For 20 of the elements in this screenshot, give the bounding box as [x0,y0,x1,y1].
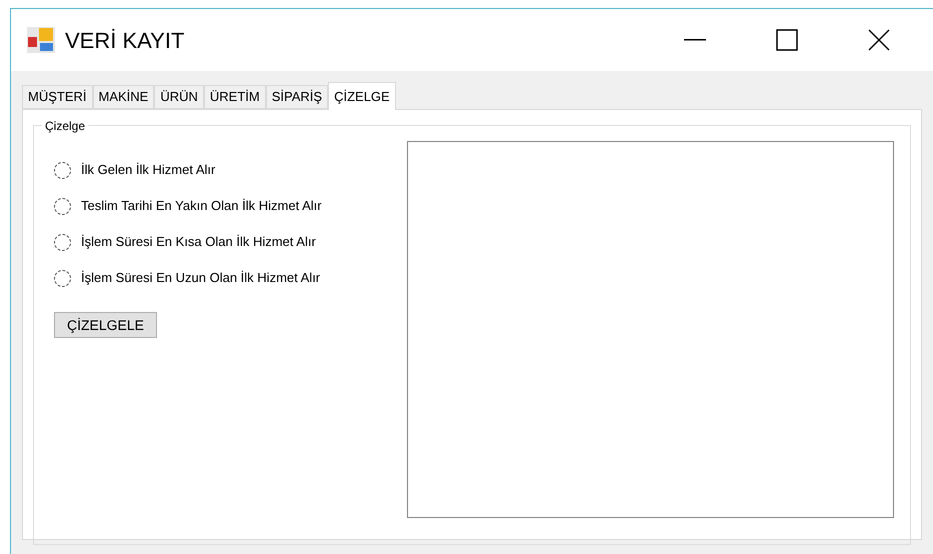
radio-option[interactable]: Teslim Tarihi En Yakın Olan İlk Hizmet Alır [54,188,407,224]
radio-option[interactable]: İşlem Süresi En Uzun Olan İlk Hizmet Alır [54,260,407,296]
tab[interactable]: ÜRETİM [204,85,266,109]
radio-option[interactable]: İşlem Süresi En Kısa Olan İlk Hizmet Alır [54,224,407,260]
maximize-icon [776,29,798,51]
radio-button[interactable] [54,270,71,286]
app-icon [27,27,55,53]
radio-button[interactable] [54,162,71,178]
radio-option[interactable]: İlk Gelen İlk Hizmet Alır [54,152,407,188]
tab[interactable]: SİPARİŞ [266,85,328,109]
radio-button[interactable] [54,234,71,250]
close-icon [868,29,890,51]
tab[interactable]: MAKİNE [92,85,154,109]
radio-button[interactable] [54,198,71,214]
window-title: VERİ KAYIT [65,26,184,54]
minimize-icon [684,39,706,41]
schedule-button[interactable]: ÇİZELGELE [54,312,157,338]
tab[interactable]: MÜŞTERİ [22,85,92,109]
tab[interactable]: ÇİZELGE [328,82,396,110]
tab[interactable]: ÜRÜN [154,85,204,109]
